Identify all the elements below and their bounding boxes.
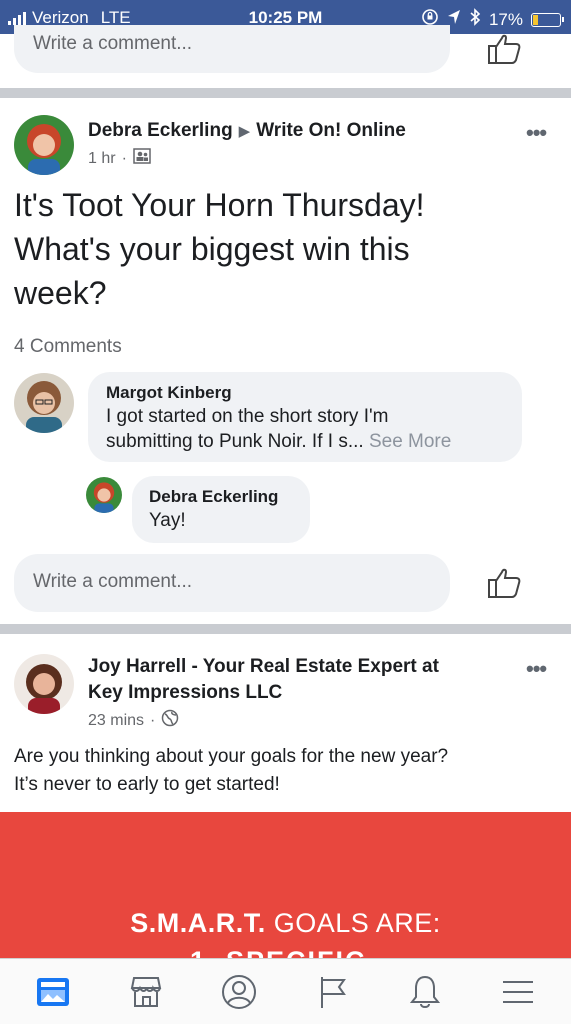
- avatar-debra-small[interactable]: [86, 477, 122, 513]
- post-options-icon[interactable]: •••: [526, 120, 547, 146]
- post-author-line: Debra Eckerling ▶ Write On! Online: [88, 120, 406, 142]
- write-comment-placeholder: Write a comment...: [33, 571, 193, 592]
- write-comment-input[interactable]: Write a comment...: [14, 554, 450, 612]
- author-name-line: Joy Harrell - Your Real Estate Expert at: [88, 656, 439, 677]
- post-divider: [0, 86, 571, 98]
- avatar-joy[interactable]: [14, 654, 74, 714]
- comment-text: I got started on the short story I'm: [106, 406, 389, 427]
- news-feed-icon[interactable]: [29, 968, 77, 1016]
- pages-flag-icon[interactable]: [308, 968, 356, 1016]
- like-icon[interactable]: [486, 564, 522, 600]
- comment-bubble[interactable]: Margot Kinberg I got started on the shor…: [88, 372, 522, 462]
- profile-icon[interactable]: [215, 968, 263, 1016]
- battery-percent: 17%: [488, 9, 523, 29]
- meta-separator: ·: [121, 149, 127, 167]
- post-text: Are you thinking about your goals for th…: [14, 743, 554, 799]
- battery-icon: [531, 12, 564, 27]
- post-time[interactable]: 1 hr: [88, 150, 116, 168]
- post-text: It's Toot Your Horn Thursday! What's you…: [14, 183, 544, 315]
- menu-icon[interactable]: [494, 968, 542, 1016]
- post-time[interactable]: 23 mins: [88, 712, 144, 730]
- post-text-line: It’s never to early to get started!: [14, 774, 280, 795]
- facebook-mobile-feed: Verizon LTE 10:25 PM 17% Write a comment…: [0, 0, 571, 1024]
- group-privacy-icon: [133, 148, 151, 169]
- post-text-line: It's Toot Your Horn Thursday!: [14, 187, 425, 223]
- see-more-link[interactable]: See More: [369, 431, 451, 452]
- post-author[interactable]: Joy Harrell - Your Real Estate Expert at…: [88, 654, 508, 706]
- post-meta: 1 hr ·: [88, 148, 151, 169]
- post-options-icon[interactable]: •••: [526, 656, 547, 682]
- avatar-debra[interactable]: [14, 115, 74, 175]
- post-text-line: week?: [14, 275, 107, 311]
- reply-text: Yay!: [149, 510, 186, 531]
- author-name[interactable]: Debra Eckerling: [88, 120, 233, 141]
- banner-headline: S.M.A.R.T. GOALS ARE:: [130, 908, 441, 938]
- post-meta: 23 mins ·: [88, 709, 179, 732]
- public-globe-icon: [161, 709, 179, 732]
- avatar-margot[interactable]: [14, 373, 74, 433]
- post-text-line: Are you thinking about your goals for th…: [14, 746, 449, 767]
- comment-author[interactable]: Margot Kinberg: [106, 382, 504, 404]
- reply-bubble[interactable]: Debra Eckerling Yay!: [132, 476, 310, 543]
- post-image-banner[interactable]: S.M.A.R.T. GOALS ARE: 1. SPECIFIC: [0, 812, 571, 960]
- marketplace-icon[interactable]: [122, 968, 170, 1016]
- like-icon[interactable]: [486, 30, 522, 66]
- author-name-line: Key Impressions LLC: [88, 682, 283, 703]
- post-text-line: What's your biggest win this: [14, 231, 410, 267]
- comment-text: submitting to Punk Noir. If I s...: [106, 431, 364, 452]
- write-comment-input-previous[interactable]: Write a comment...: [14, 25, 450, 73]
- group-name[interactable]: Write On! Online: [256, 120, 406, 141]
- bluetooth-icon: [469, 8, 481, 31]
- bottom-navigation: [0, 958, 571, 1024]
- post-divider: [0, 622, 571, 634]
- shared-to-arrow-icon: ▶: [238, 123, 251, 140]
- reply-author[interactable]: Debra Eckerling: [149, 486, 293, 508]
- meta-separator: ·: [150, 711, 156, 729]
- comment-count[interactable]: 4 Comments: [14, 336, 122, 358]
- write-comment-placeholder: Write a comment...: [33, 33, 193, 54]
- notifications-bell-icon[interactable]: [401, 968, 449, 1016]
